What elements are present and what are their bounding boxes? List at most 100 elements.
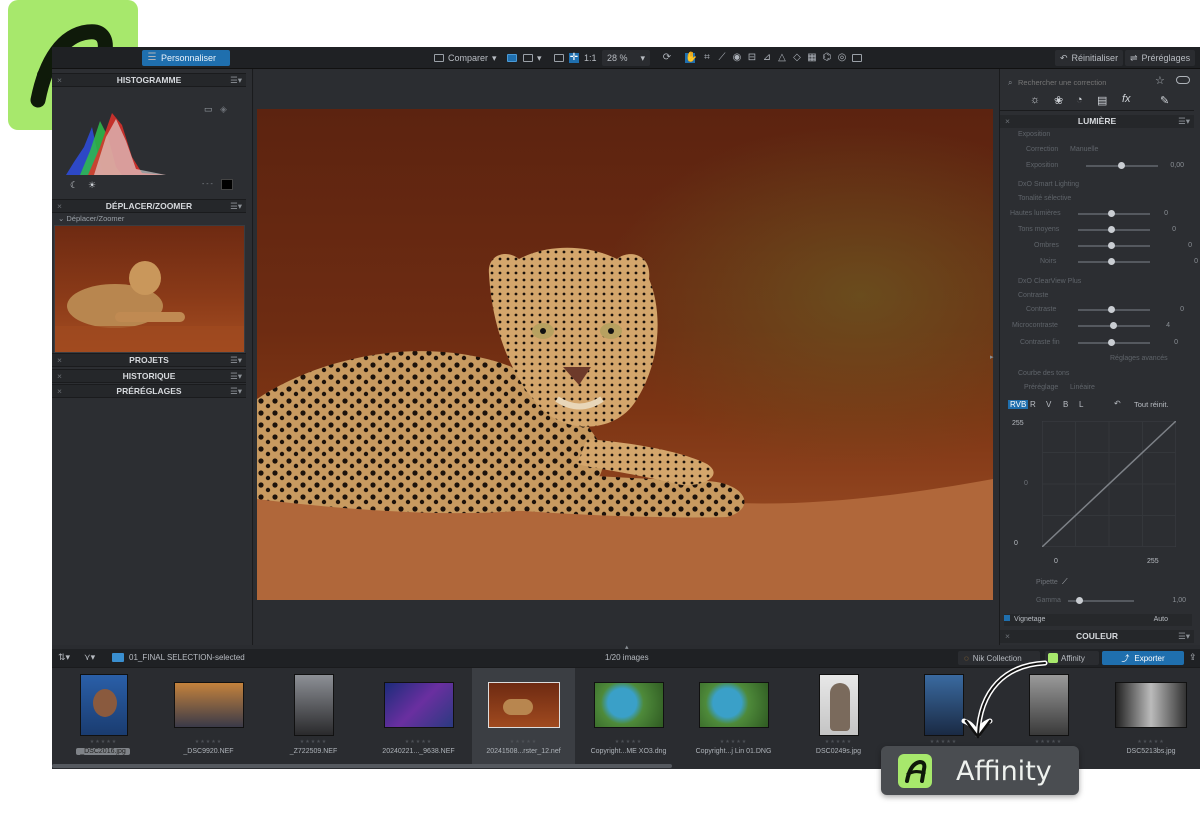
curve-x-max[interactable]: 255 [1147,558,1159,565]
presets-panel-header[interactable]: × PRÉRÉGLAGES ☰▾ [52,384,246,398]
geometry-tab-icon[interactable]: ▤ [1097,94,1107,107]
rating-stars[interactable]: ★★★★★ [577,739,680,745]
curve-y-min[interactable]: 0 [1014,540,1018,547]
collapse-right-icon[interactable]: ▸ [990,353,994,361]
channel-r[interactable]: R [1030,400,1036,409]
highlights-value[interactable]: 0 [1164,208,1168,220]
sort-icon[interactable]: ⇅▾ [58,652,70,663]
moon-icon[interactable]: ☾ [70,180,78,191]
filmstrip-item[interactable]: ★★★★★ DSC0249s.jpg [787,668,890,764]
rotate-button[interactable]: ⟳ [657,50,677,66]
blacks-slider[interactable] [1078,258,1150,265]
microcontrast-row[interactable]: Microcontraste 4 [1012,320,1182,332]
histogram-header[interactable]: × HISTOGRAMME ☰▾ [52,73,246,87]
curve-preset-row[interactable]: Préréglage Linéaire [1024,382,1194,394]
compare-button[interactable]: Comparer ▾ [429,50,502,66]
panel-menu-icon[interactable]: ☰▾ [230,354,242,367]
filmstrip-scrollbar[interactable] [52,764,672,768]
gamma-value[interactable]: 1,00 [1172,595,1186,607]
one-to-one-button[interactable]: 1:1 [579,50,602,66]
rating-stars[interactable]: ★★★★★ [367,739,470,745]
curve-x-min[interactable]: 0 [1054,558,1058,565]
microcontrast-slider[interactable] [1078,322,1150,329]
panel-menu-icon[interactable]: ☰▾ [1178,630,1190,643]
shadows-slider[interactable] [1078,242,1150,249]
history-header[interactable]: × HISTORIQUE ☰▾ [52,369,246,383]
contrast-group-row[interactable]: Contraste [1018,290,1188,302]
filmstrip-item[interactable]: ★★★★★ 20240221..._9638.NEF [367,668,470,764]
panel-menu-icon[interactable]: ☰▾ [230,385,242,398]
clearview-row[interactable]: DxO ClearView Plus [1018,276,1188,288]
toggle-icon[interactable] [1004,615,1010,621]
gamma-knob[interactable] [1076,597,1083,604]
vignetting-row[interactable]: Vignetage Auto [1004,614,1192,626]
contrast-knob[interactable] [1108,306,1115,313]
filmstrip-item[interactable]: ★★★★★ _DSC2016.jpg [52,668,155,764]
filmstrip-item[interactable]: ★★★★★ Copyright...j Lin 01.DNG [682,668,785,764]
fine-contrast-slider[interactable] [1078,339,1150,346]
curve-preset-value[interactable]: Linéaire [1070,382,1095,394]
midtones-knob[interactable] [1108,226,1115,233]
panel-menu-icon[interactable]: ☰▾ [230,370,242,383]
effects-tab-icon[interactable]: fx [1122,93,1131,105]
gamma-row[interactable]: Gamma 1,00 [1036,595,1186,607]
exposure-group-row[interactable]: Exposition [1018,129,1188,141]
rating-stars[interactable]: ★★★★★ [1102,739,1200,745]
personalize-button[interactable]: ☰ Personnaliser [142,50,230,66]
highlights-row[interactable]: Hautes lumières 0 [1010,208,1180,220]
channel-b[interactable]: B [1063,400,1068,409]
filmstrip-item[interactable]: ★★★★★ Copyright...ME XO3.dng [577,668,680,764]
exposure-row[interactable]: Exposition 0,00 [1026,160,1196,172]
light-tab-icon[interactable]: ☼ [1030,94,1040,106]
zoom-select[interactable]: 28 % ▾ [602,50,650,66]
selective-tone-row[interactable]: Tonalité sélective [1018,193,1188,205]
channel-v[interactable]: V [1046,400,1051,409]
split-view-button[interactable]: ▾ [518,50,547,66]
rating-stars[interactable]: ★★★★★ [262,739,365,745]
close-icon[interactable]: × [57,385,62,398]
reset-button[interactable]: ↶ Réinitialiser [1055,50,1124,66]
light-section-header[interactable]: × LUMIÈRE ☰▾ [1000,115,1194,128]
channel-l[interactable]: L [1079,400,1083,409]
contrast-row[interactable]: Contraste 0 [1026,304,1196,316]
midtones-value[interactable]: 0 [1172,224,1176,236]
exposure-value[interactable]: 0,00 [1170,160,1184,172]
main-image-viewer[interactable] [257,109,993,600]
correction-search-input[interactable] [1018,75,1138,89]
exposure-slider[interactable] [1086,162,1158,169]
correction-row[interactable]: Correction Manuelle [1026,144,1196,156]
close-icon[interactable]: × [57,200,62,213]
filmstrip-item[interactable]: ★★★★★ _DSC9920.NEF [157,668,260,764]
gamma-slider[interactable] [1068,597,1134,604]
panel-menu-icon[interactable]: ☰▾ [230,200,242,213]
close-icon[interactable]: × [1005,630,1010,643]
projects-header[interactable]: × PROJETS ☰▾ [52,353,246,367]
presets-button[interactable]: ⇌ Préréglages [1125,50,1196,66]
highlights-slider[interactable] [1078,210,1150,217]
filmstrip-item[interactable]: ★★★★★ DSC5213bs.jpg [1102,668,1200,764]
contrast-slider[interactable] [1078,306,1150,313]
share-icon[interactable]: ⇪ [1189,652,1197,663]
color-tab-icon[interactable]: ❀ [1054,94,1063,107]
eyedropper-icon[interactable]: ⟋ [1062,577,1068,587]
fine-contrast-row[interactable]: Contraste fin 0 [1020,337,1190,349]
profile-icon[interactable]: ◈ [220,104,227,115]
panel-menu-icon[interactable]: ☰▾ [230,74,242,87]
fine-contrast-value[interactable]: 0 [1174,337,1178,349]
monitor-icon[interactable]: ▭ [204,104,213,115]
exposure-slider-knob[interactable] [1118,162,1125,169]
close-icon[interactable]: × [57,370,62,383]
highlights-knob[interactable] [1108,210,1115,217]
midtones-row[interactable]: Tons moyens 0 [1018,224,1188,236]
star-icon[interactable]: ☆ [1155,74,1165,87]
panel-menu-icon[interactable]: ☰▾ [1178,115,1190,128]
detail-tab-icon[interactable]: ◔ [1076,94,1083,106]
channel-rgb[interactable]: RVB [1008,400,1029,409]
blacks-row[interactable]: Noirs 0 [1040,256,1200,268]
reset-all-button[interactable]: Tout réinit. [1134,400,1169,409]
undo-icon[interactable]: ↶ [1114,399,1121,408]
rating-stars[interactable]: ★★★★★ [787,739,890,745]
before-after-button[interactable] [847,50,867,66]
rating-stars[interactable]: ★★★★★ [682,739,785,745]
rating-stars[interactable]: ★★★★★ [157,739,260,745]
